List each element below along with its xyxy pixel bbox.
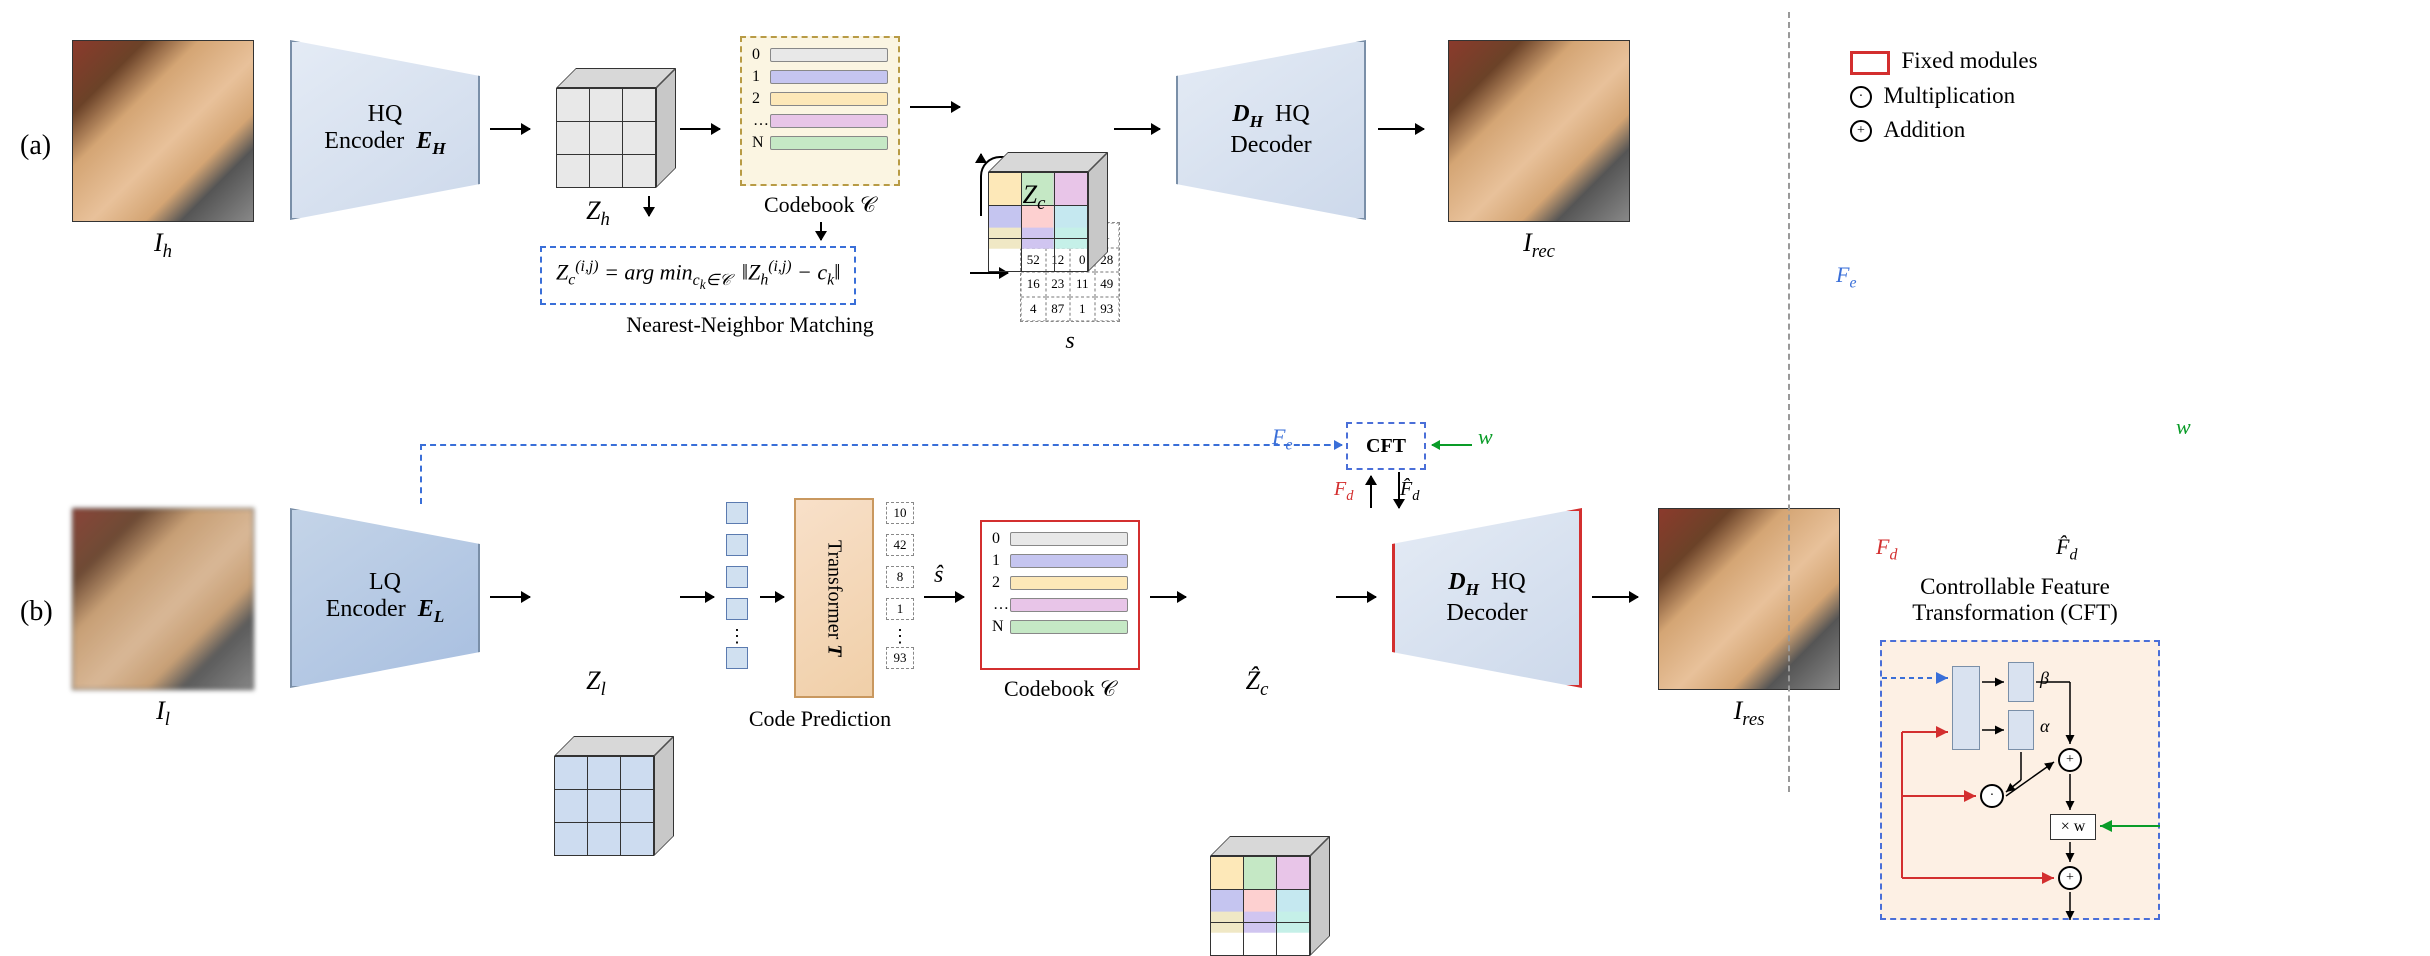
output-face-b — [1658, 508, 1840, 690]
lq-encoder-text: LQ Encoder EL — [326, 569, 445, 627]
output-face-a — [1448, 40, 1630, 222]
output-face-label-b: Ires — [1658, 696, 1840, 731]
cft-detail: β α · + × w + — [1880, 640, 2160, 920]
input-face-label-a: Ih — [72, 228, 254, 263]
cft-caption: Controllable Feature Transformation (CFT… — [1850, 574, 2180, 626]
num-column: 10 42 8 1 ⋮ 93 — [886, 502, 914, 669]
arrow-icon — [1150, 596, 1186, 598]
hq-decoder-a-text: DH HQ Decoder — [1230, 101, 1311, 159]
cft-fdhat-label: F̂d — [2056, 534, 2077, 564]
nn-matching-caption: Nearest-Neighbor Matching — [540, 312, 960, 338]
input-face-b — [72, 508, 254, 690]
fe-path-v — [420, 444, 422, 504]
hq-decoder-b-text: DH HQ Decoder — [1446, 569, 1527, 627]
codebook-a-title: Codebook 𝒞 — [740, 192, 900, 218]
arrow-icon — [910, 106, 960, 108]
output-face-label-a: Irec — [1448, 228, 1630, 263]
row-label-a: (a) — [20, 130, 51, 162]
fe-path-h — [420, 444, 1340, 446]
legend: Fixed modules · Multiplication + Additio… — [1850, 40, 2038, 151]
cft-box: CFT — [1346, 422, 1426, 470]
lq-encoder: LQ Encoder EL — [290, 508, 480, 688]
token-column: ⋮ — [726, 502, 748, 669]
zh-cube — [556, 88, 656, 188]
w-arrow-icon — [1432, 444, 1472, 446]
row-label-b: (b) — [20, 596, 53, 628]
codebook-a: 0 1 2 … N — [740, 36, 900, 186]
arrow-down-icon — [648, 196, 650, 216]
w-label: w — [1478, 424, 1493, 450]
arrow-icon — [680, 596, 714, 598]
zhatc-label: Ẑc — [1202, 666, 1312, 701]
hq-decoder-b: DH HQ Decoder — [1392, 508, 1582, 688]
nn-matching-box: Zc(i,j) = arg minck∈𝒞 ‖Zh(i,j) − ck‖ — [540, 246, 856, 305]
s-hat-label: ŝ — [934, 562, 943, 589]
separator-icon — [1788, 12, 1790, 792]
arrow-icon — [1336, 596, 1376, 598]
arrow-icon — [970, 272, 1008, 274]
input-face-a — [72, 40, 254, 222]
zl-cube — [554, 756, 654, 856]
arrow-down-icon — [820, 222, 822, 240]
zc-label: Zc — [984, 180, 1084, 215]
cft-fe-label: Fe — [1836, 262, 1856, 292]
arrow-icon — [760, 596, 784, 598]
arrow-down-icon — [1398, 472, 1400, 508]
hq-decoder-a: DH HQ Decoder — [1176, 40, 1366, 220]
s-label: s — [1020, 328, 1120, 355]
arrow-icon — [924, 596, 964, 598]
arrow-up-icon — [980, 154, 982, 158]
zl-label: Zl — [546, 666, 646, 701]
input-face-label-b: Il — [72, 696, 254, 731]
code-pred-caption: Code Prediction — [720, 706, 920, 732]
arrow-icon — [1592, 596, 1638, 598]
cft-fd-label: Fd — [1876, 534, 1897, 564]
arrow-icon — [1114, 128, 1160, 130]
cft-w-label: w — [2176, 414, 2191, 440]
arrow-icon — [680, 128, 720, 130]
transformer: Transformer T — [794, 498, 874, 698]
zh-label: Zh — [548, 196, 648, 231]
arrow-icon — [490, 596, 530, 598]
cft-internal-arrows-icon — [1882, 642, 2162, 922]
arrow-icon — [490, 128, 530, 130]
arrow-up-icon — [1370, 476, 1372, 508]
fe-label: Fe — [1272, 424, 1292, 454]
codebook-b: 0 1 2 … N — [980, 520, 1140, 670]
hq-encoder-text: HQ Encoder EH — [324, 101, 445, 159]
fd-label: Fd — [1334, 478, 1353, 505]
arrow-icon — [1378, 128, 1424, 130]
hq-encoder: HQ Encoder EH — [290, 40, 480, 220]
zhatc-cube — [1210, 856, 1310, 956]
codebook-b-title: Codebook 𝒞 — [980, 676, 1140, 702]
